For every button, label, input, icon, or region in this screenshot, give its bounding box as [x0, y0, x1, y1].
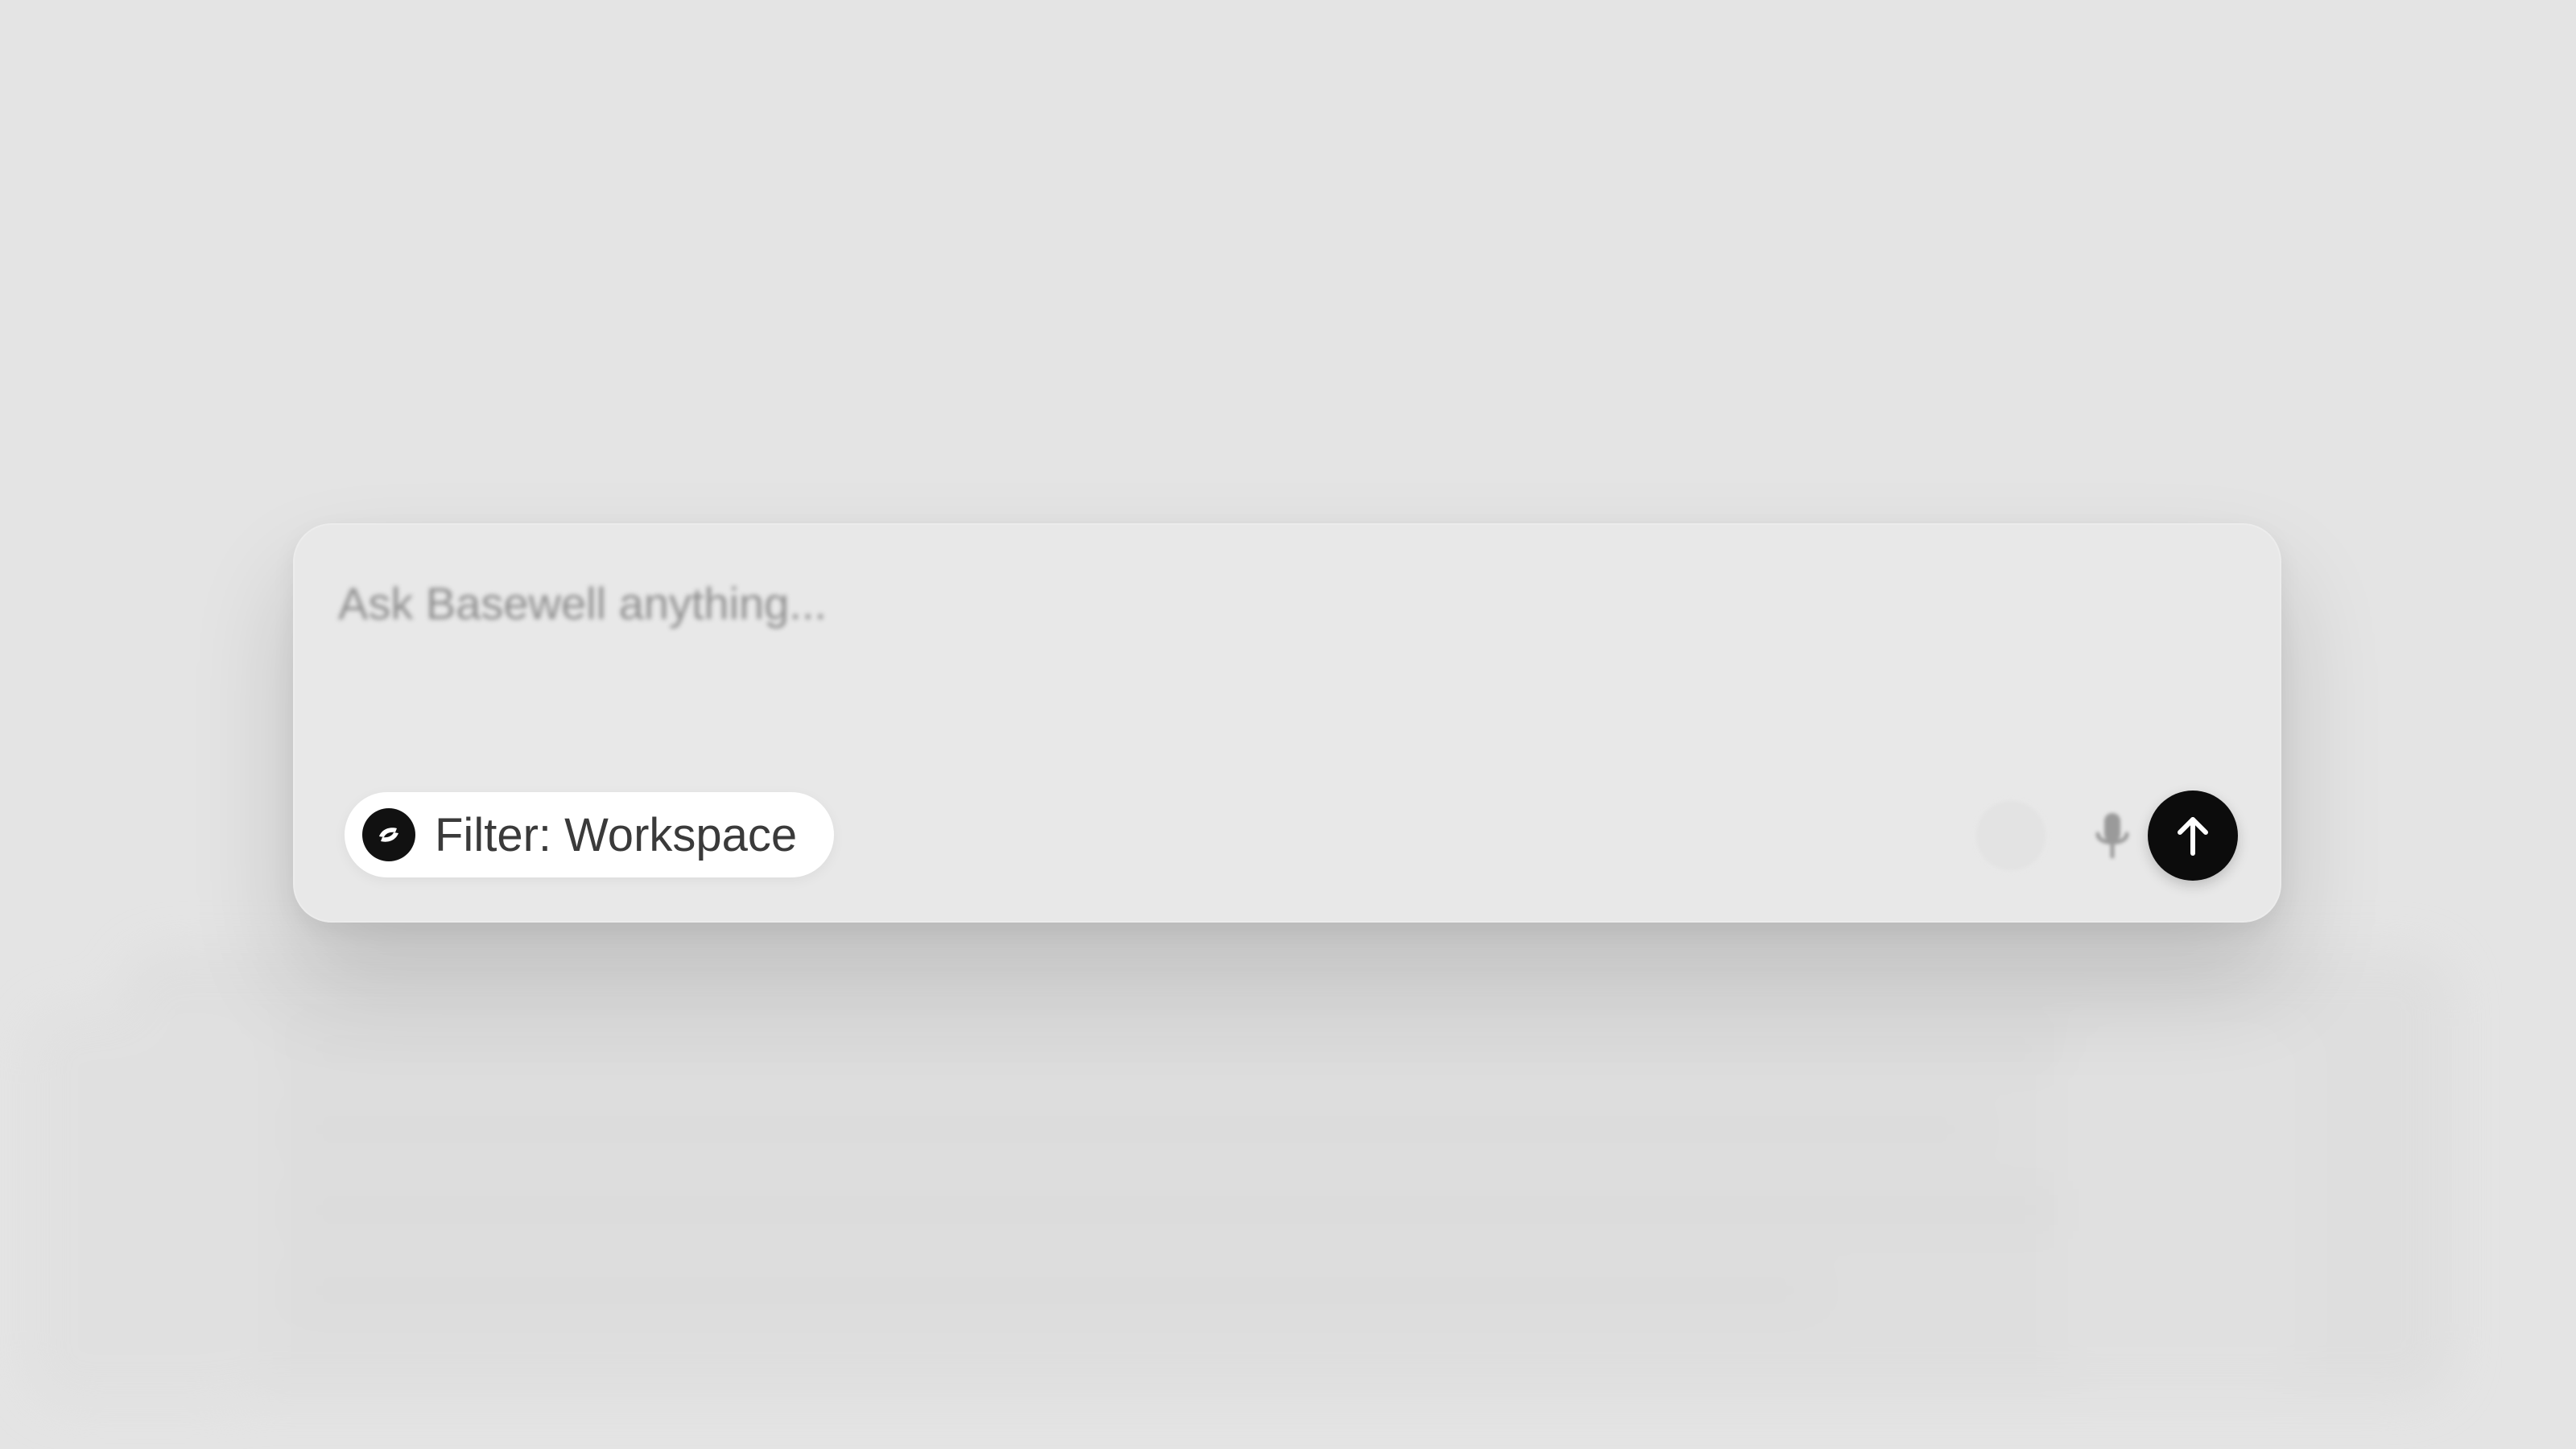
- arrow-up-icon: [2178, 817, 2208, 856]
- background-line: [290, 1038, 2061, 1059]
- background-line: [290, 1119, 1980, 1140]
- prompt-input[interactable]: [338, 567, 2190, 639]
- filter-chip[interactable]: Filter: Workspace: [345, 792, 835, 877]
- attach-button[interactable]: [1974, 799, 2048, 873]
- microphone-button[interactable]: [2075, 799, 2149, 873]
- background-side-panel: [2061, 1014, 2302, 1393]
- send-button[interactable]: [2148, 791, 2238, 881]
- background-side-panel: [24, 1006, 266, 1409]
- background-line: [290, 1280, 1819, 1301]
- filter-chip-label: Filter: Workspace: [435, 808, 798, 861]
- basewell-logo-icon: [362, 808, 415, 861]
- chat-composer: Filter: Workspace: [293, 523, 2281, 923]
- app-stage: Filter: Workspace: [0, 0, 2576, 1449]
- microphone-icon: [2095, 813, 2129, 859]
- background-line: [290, 1199, 2101, 1220]
